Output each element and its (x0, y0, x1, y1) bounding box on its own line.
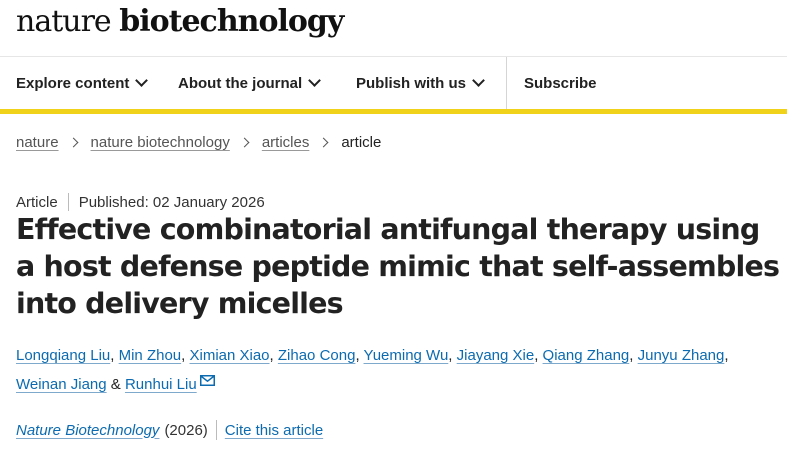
author-last-joiner: & (106, 376, 125, 393)
nav-subscribe[interactable]: Subscribe (524, 57, 597, 109)
publication-year: (2026) (164, 421, 208, 439)
nav-about-journal[interactable]: About the journal (178, 57, 322, 109)
logo-nature: nature (16, 4, 112, 39)
author-link[interactable]: Yueming Wu (364, 347, 449, 364)
article-title: Effective combinatorial antifungal thera… (16, 213, 780, 320)
article-type: Article (16, 193, 58, 211)
mail-icon[interactable] (199, 375, 215, 386)
chevron-right-icon (318, 137, 329, 148)
citation-divider (215, 420, 217, 440)
author-separator: , (629, 347, 638, 364)
citation: Nature Biotechnology (2026) Cite this ar… (16, 420, 323, 440)
author-link[interactable]: Qiang Zhang (543, 347, 630, 364)
nav-publish-with-us[interactable]: Publish with us (356, 57, 485, 109)
author-link[interactable]: Junyu Zhang (638, 347, 725, 364)
author-link[interactable]: Runhui Liu (125, 376, 197, 393)
author-separator: , (534, 347, 543, 364)
breadcrumb-current: article (341, 134, 382, 151)
nav-about-journal-label: About the journal (178, 74, 303, 92)
main-nav: Explore content About the journal Publis… (0, 57, 787, 114)
nav-explore-content[interactable]: Explore content (16, 57, 149, 109)
breadcrumb-nature[interactable]: nature (16, 134, 59, 151)
nav-subscribe-label: Subscribe (524, 74, 597, 92)
breadcrumb: nature nature biotechnology articles art… (16, 134, 381, 151)
author-separator: , (269, 347, 278, 364)
masthead: nature biotechnology (0, 0, 787, 57)
nav-publish-with-us-label: Publish with us (356, 74, 467, 92)
nav-explore-content-label: Explore content (16, 74, 130, 92)
author-link[interactable]: Weinan Jiang (16, 376, 107, 393)
author-link[interactable]: Min Zhou (119, 347, 182, 364)
author-list: Longqiang Liu, Min Zhou, Ximian Xiao, Zi… (16, 341, 781, 399)
chevron-down-icon (308, 74, 322, 87)
breadcrumb-nature-biotechnology[interactable]: nature biotechnology (91, 134, 230, 151)
cite-this-article-link[interactable]: Cite this article (225, 422, 323, 439)
nav-divider (506, 57, 507, 109)
chevron-down-icon (472, 74, 485, 87)
journal-link[interactable]: Nature Biotechnology (16, 422, 159, 439)
meta-divider (67, 193, 69, 211)
published-date: Published: 02 January 2026 (78, 193, 265, 211)
journal-logo[interactable]: nature biotechnology (16, 4, 344, 39)
author-link[interactable]: Longqiang Liu (16, 347, 110, 364)
author-link[interactable]: Zihao Cong (278, 347, 356, 364)
author-separator: , (448, 347, 457, 364)
chevron-down-icon (135, 74, 149, 87)
author-separator: , (355, 347, 364, 364)
logo-biotechnology: biotechnology (119, 4, 344, 39)
article-meta: Article Published: 02 January 2026 (16, 193, 265, 211)
author-separator: , (110, 347, 119, 364)
author-link[interactable]: Jiayang Xie (457, 347, 535, 364)
author-separator: , (724, 347, 729, 364)
chevron-right-icon (68, 137, 78, 148)
breadcrumb-articles[interactable]: articles (262, 134, 310, 151)
chevron-right-icon (239, 137, 250, 148)
author-link[interactable]: Ximian Xiao (189, 347, 269, 364)
